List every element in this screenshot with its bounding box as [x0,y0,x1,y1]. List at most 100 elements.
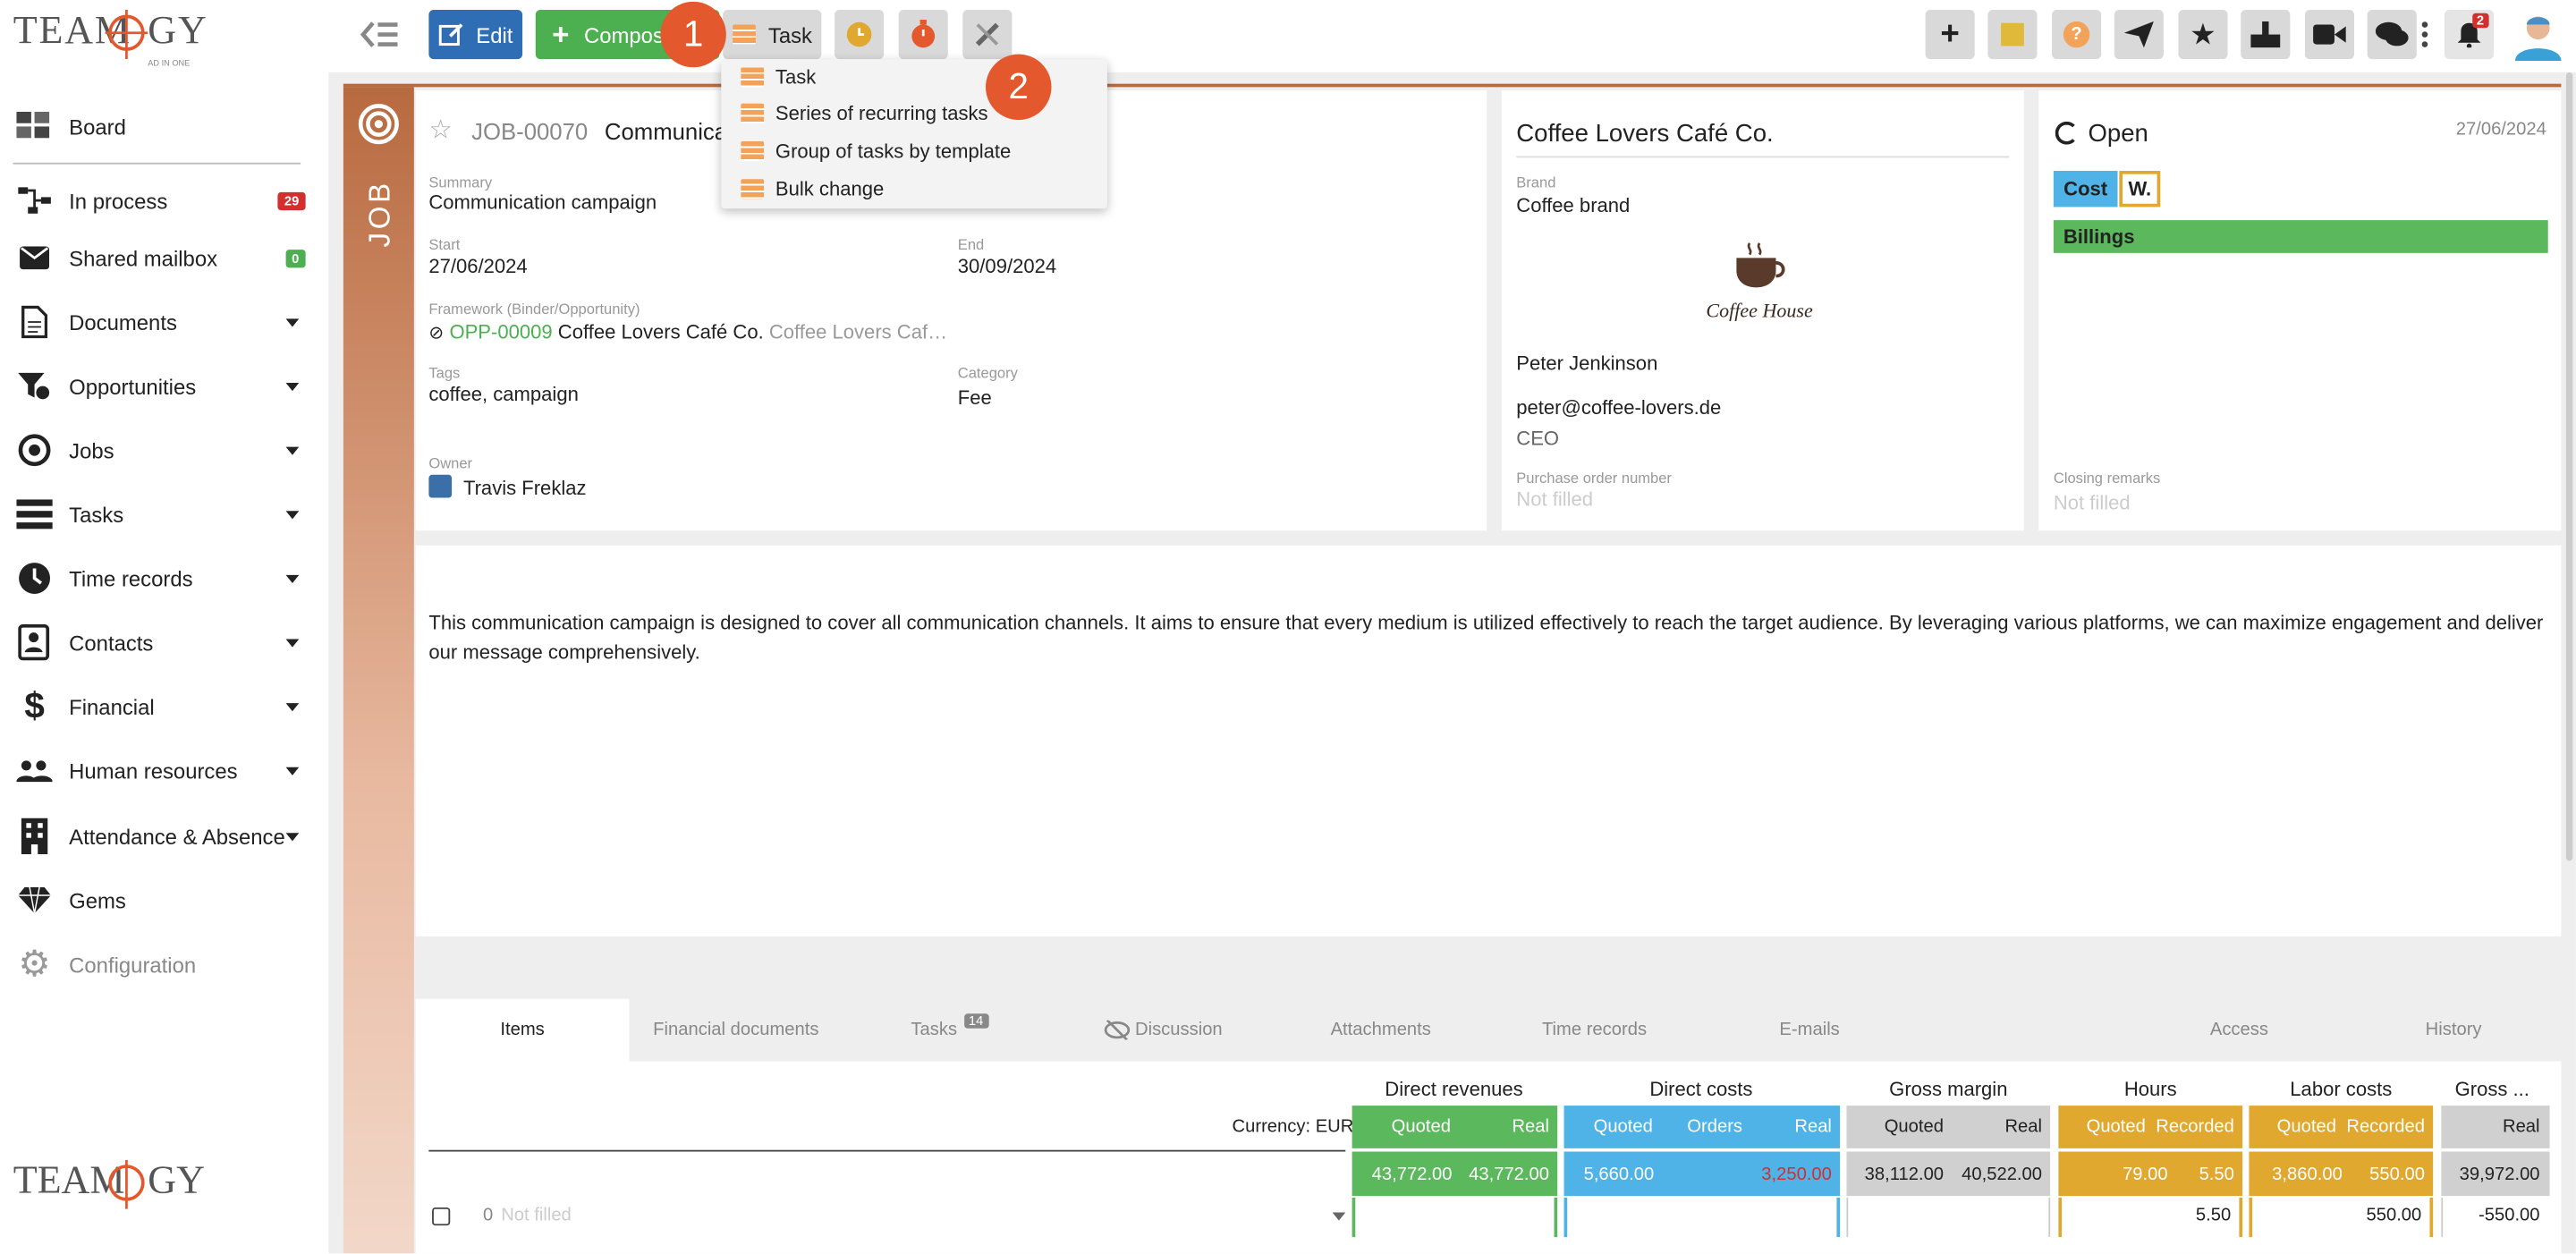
quoted-header[interactable]: Quoted [2277,1117,2336,1137]
chevron-down-icon[interactable] [285,318,300,326]
menu-item-label: Task [775,65,817,89]
row-item-select[interactable]: Not filled [501,1206,572,1225]
sidebar-item-human-resources[interactable]: Human resources [0,741,328,800]
cost-badge[interactable]: Cost [2053,171,2118,208]
brand-label: Brand [1516,174,1556,191]
subheader-hours: Quoted Recorded [2058,1106,2243,1148]
sidebar-item-tasks[interactable]: Tasks [0,485,328,544]
orders-header[interactable]: Orders [1687,1117,1742,1137]
chevron-down-icon[interactable] [285,638,300,647]
scrollbar[interactable] [2565,72,2573,861]
quoted-header[interactable]: Quoted [1594,1117,1653,1137]
recorded-header[interactable]: Recorded [2156,1117,2234,1137]
chevron-down-icon[interactable] [285,573,300,583]
send-button[interactable] [2114,10,2164,60]
collapse-sidebar-button[interactable] [355,10,404,59]
tools-button[interactable] [962,10,1013,60]
menu-item-bulk-change[interactable]: Bulk change [721,171,1107,207]
more-vertical-icon[interactable] [2421,20,2428,49]
favorite-star-icon[interactable]: ☆ [428,114,452,147]
w-badge[interactable]: W. [2119,171,2161,208]
chevron-down-icon[interactable] [285,832,300,841]
sidebar-item-gems[interactable]: Gems [0,870,328,929]
sticky-note-button[interactable] [1987,10,2038,60]
quoted-header[interactable]: Quoted [1392,1117,1451,1137]
real-header[interactable]: Real [1512,1117,1549,1137]
chat-button[interactable] [2367,10,2417,60]
sidebar-item-configuration[interactable]: ⚙ Configuration [0,935,328,994]
add-button[interactable]: + [1925,10,1975,60]
edit-button[interactable]: Edit [428,10,523,60]
sidebar-item-board[interactable]: Board [0,97,328,156]
sidebar-item-jobs[interactable]: Jobs [0,420,328,479]
count-badge: 0 [284,249,306,267]
row-number: 0 [482,1206,494,1226]
notification-count-badge: 2 [2471,13,2489,29]
real-header[interactable]: Real [2004,1117,2042,1137]
tab-access[interactable]: Access [2132,999,2346,1062]
tab-attachments[interactable]: Attachments [1270,999,1492,1062]
stopwatch-icon [911,20,936,48]
row-hours-cell: 5.50 [2058,1197,2243,1238]
col-group-gross: Gross ... [2454,1077,2529,1101]
chevron-down-icon[interactable] [285,702,300,711]
target-icon [16,432,52,468]
avatar[interactable] [2512,8,2564,61]
tasks-count-badge: 14 [963,1013,988,1028]
framework-code[interactable]: OPP-00009 [449,320,552,343]
real-header[interactable]: Real [1794,1117,1832,1137]
tab-history[interactable]: History [2346,999,2562,1062]
tab-items[interactable]: Items [415,998,630,1062]
help-button[interactable]: ? [2052,10,2102,60]
favorites-button[interactable]: ★ [2178,10,2228,60]
video-button[interactable] [2304,10,2354,60]
tab-financial-documents[interactable]: Financial documents [629,999,843,1062]
task-menu-button[interactable]: Task [723,10,822,60]
quoted-header[interactable]: Quoted [2087,1117,2146,1137]
sidebar-item-attendance-absence[interactable]: Attendance & Absence [0,807,328,866]
rev-real-value: 43,772.00 [1469,1164,1550,1184]
tab-time-records[interactable]: Time records [1492,999,1698,1062]
tools-icon [975,22,999,47]
sidebar-item-in-process[interactable]: In process 29 [0,171,328,230]
footer-logo: TEAM GY [13,1159,205,1209]
tab-tasks[interactable]: Tasks 14 [843,999,1056,1062]
tab-e-mails[interactable]: E-mails [1697,999,1922,1062]
contact-email[interactable]: peter@coffee-lovers.de [1516,396,1721,419]
framework-value[interactable]: ⊘ OPP-00009 Coffee Lovers Café Co. Coffe… [428,320,947,343]
table-row[interactable]: 0 Not filled 5.50 550.00 -550.00 [415,1197,2562,1238]
timer-button[interactable] [898,10,948,60]
client-name[interactable]: Coffee Lovers Café Co. [1516,120,1773,148]
row-revenues-cell [1352,1197,1558,1238]
menu-item-group-of-tasks-by-template[interactable]: Group of tasks by template [721,133,1107,169]
logo[interactable]: TEAM GY AD IN ONE [13,10,207,75]
notifications-button[interactable]: 2 [2445,10,2495,60]
menu-item-series-of-recurring-tasks[interactable]: Series of recurring tasks [721,96,1107,131]
sidebar-item-financial[interactable]: $ Financial [0,677,328,736]
real-header[interactable]: Real [2503,1117,2540,1137]
sidebar-item-time-records[interactable]: Time records [0,548,328,607]
quoted-header[interactable]: Quoted [1885,1117,1944,1137]
chevron-down-icon[interactable] [285,382,300,391]
row-margin-cell [1846,1197,2051,1238]
sidebar-item-opportunities[interactable]: Opportunities [0,357,328,416]
inbox-button[interactable] [2241,10,2291,60]
tab-discussion[interactable]: Discussion [1056,999,1270,1062]
contact-name[interactable]: Peter Jenkinson [1516,352,1657,375]
billings-bar[interactable]: Billings [2053,220,2548,253]
sidebar-item-contacts[interactable]: Contacts [0,613,328,672]
totals-revenues: 43,772.00 43,772.00 [1352,1151,1558,1197]
task-icon [741,140,765,161]
chevron-down-icon[interactable] [285,445,300,454]
chevron-down-icon[interactable] [285,766,300,775]
sidebar-item-documents[interactable]: Documents [0,292,328,352]
chevron-down-icon[interactable] [1332,1212,1346,1221]
row-labor-cell: 550.00 [2249,1197,2434,1238]
recorded-header[interactable]: Recorded [2346,1117,2425,1137]
time-record-button[interactable] [835,10,885,60]
chevron-down-icon[interactable] [285,510,300,519]
row-checkbox[interactable] [432,1207,451,1226]
sidebar-item-shared-mailbox[interactable]: Shared mailbox 0 [0,228,328,287]
subheader-margin: Quoted Real [1846,1106,2051,1148]
framework-extra: Coffee Lovers Caf… [768,320,948,343]
